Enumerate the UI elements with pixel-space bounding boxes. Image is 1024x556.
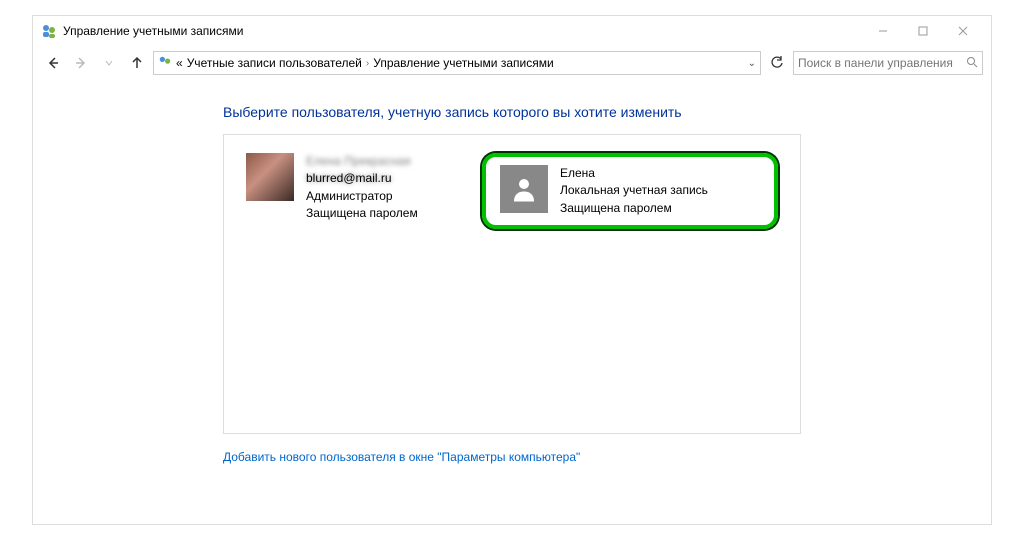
user-name: Елена Прекрасная	[306, 153, 418, 170]
minimize-button[interactable]	[863, 16, 903, 46]
search-icon	[966, 56, 978, 71]
breadcrumb-item[interactable]: Управление учетными записями	[373, 56, 553, 70]
user-role: Администратор	[306, 188, 418, 205]
add-user-link[interactable]: Добавить нового пользователя в окне "Пар…	[223, 450, 801, 464]
recent-dropdown[interactable]	[97, 51, 121, 75]
avatar	[246, 153, 294, 201]
user-protected: Защищена паролем	[560, 200, 708, 217]
maximize-button[interactable]	[903, 16, 943, 46]
page-heading: Выберите пользователя, учетную запись ко…	[223, 104, 801, 120]
up-button[interactable]	[125, 51, 149, 75]
forward-button[interactable]	[69, 51, 93, 75]
back-button[interactable]	[41, 51, 65, 75]
chevron-right-icon: ›	[366, 58, 369, 69]
breadcrumb-prefix: «	[176, 56, 183, 70]
breadcrumb-item[interactable]: Учетные записи пользователей	[187, 56, 362, 70]
close-button[interactable]	[943, 16, 983, 46]
search-box[interactable]	[793, 51, 983, 75]
highlighted-selection: Елена Локальная учетная запись Защищена …	[482, 153, 778, 229]
users-icon	[158, 55, 172, 72]
titlebar: Управление учетными записями	[33, 16, 991, 46]
user-info: Елена Прекрасная blurred@mail.ru Админис…	[306, 153, 418, 223]
content-area: Выберите пользователя, учетную запись ко…	[33, 80, 991, 524]
user-card[interactable]: Елена Прекрасная blurred@mail.ru Админис…	[246, 153, 442, 223]
user-card[interactable]: Елена Локальная учетная запись Защищена …	[500, 165, 760, 217]
address-bar[interactable]: « Учетные записи пользователей › Управле…	[153, 51, 761, 75]
user-protected: Защищена паролем	[306, 205, 418, 222]
user-role: Локальная учетная запись	[560, 182, 708, 199]
user-info: Елена Локальная учетная запись Защищена …	[560, 165, 708, 217]
refresh-button[interactable]	[765, 51, 789, 75]
chevron-down-icon[interactable]: ⌄	[748, 58, 756, 69]
window-controls	[863, 16, 983, 46]
nav-toolbar: « Учетные записи пользователей › Управле…	[33, 46, 991, 80]
search-input[interactable]	[798, 56, 966, 70]
users-icon	[41, 23, 57, 39]
user-name: Елена	[560, 165, 708, 182]
user-list-box: Елена Прекрасная blurred@mail.ru Админис…	[223, 134, 801, 434]
user-email: blurred@mail.ru	[306, 170, 418, 187]
window-title: Управление учетными записями	[63, 24, 863, 38]
control-panel-window: Управление учетными записями « Учетные з…	[32, 15, 992, 525]
avatar	[500, 165, 548, 213]
